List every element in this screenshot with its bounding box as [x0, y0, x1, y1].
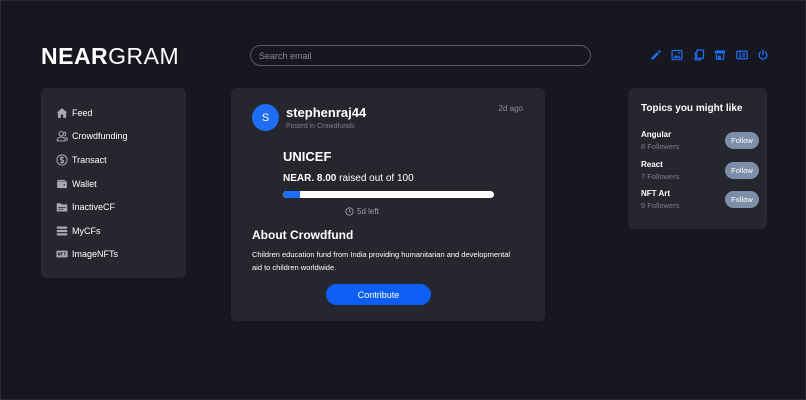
dollar-circle-icon — [55, 153, 68, 166]
sidebar-item-label: Transact — [72, 154, 107, 165]
sidebar-item-mycfs[interactable]: MyCFs — [41, 219, 186, 243]
follow-button[interactable]: Follow — [725, 132, 759, 149]
post-category: Posted in Crowdfunds — [286, 123, 355, 130]
copy-icon[interactable] — [693, 49, 705, 61]
home-icon — [55, 106, 68, 119]
logo-bold-text: NEAR — [41, 43, 109, 69]
search-input[interactable] — [250, 45, 591, 66]
crowdfund-description: Children education fund from India provi… — [252, 250, 511, 272]
sidebar-item-label: ImageNFTs — [72, 249, 119, 260]
nft-icon — [55, 248, 68, 261]
topic-followers: 7 Followers — [641, 172, 680, 181]
crowdfund-title: UNICEF — [283, 149, 332, 164]
avatar[interactable]: S — [252, 104, 279, 131]
folder-icon — [55, 201, 68, 214]
topic-item-react: React 7 Followers Follow — [641, 160, 759, 186]
contribute-button[interactable]: Contribute — [326, 284, 431, 305]
topic-item-angular: Angular 8 Followers Follow — [641, 130, 759, 156]
topic-item-nft-art: NFT Art 9 Followers Follow — [641, 189, 759, 215]
topic-name[interactable]: React — [641, 160, 663, 169]
funding-progress-fill — [283, 191, 300, 198]
post-timestamp: 2d ago — [498, 104, 523, 113]
raised-amount: NEAR. 8.00 — [283, 173, 337, 184]
follow-button[interactable]: Follow — [725, 191, 759, 208]
raised-goal-text: raised out of 100 — [339, 173, 414, 184]
sidebar-item-inactivecf[interactable]: InactiveCF — [41, 195, 186, 219]
top-toolbar — [650, 49, 778, 61]
sidebar-item-crowdfunding[interactable]: Crowdfunding — [41, 125, 186, 149]
time-left-text: 5d left — [357, 207, 379, 216]
list-icon — [55, 224, 68, 237]
people-icon — [55, 130, 68, 143]
sidebar-item-label: Wallet — [72, 178, 97, 189]
post-username[interactable]: stephenraj44 — [286, 105, 366, 120]
follow-button[interactable]: Follow — [725, 162, 759, 179]
sidebar-nav: Feed Crowdfunding Transact Wallet Inacti… — [41, 88, 186, 278]
sidebar-item-wallet[interactable]: Wallet — [41, 172, 186, 196]
topics-panel: Topics you might like Angular 8 Follower… — [628, 88, 767, 229]
raised-summary: NEAR. 8.00 raised out of 100 — [283, 173, 414, 184]
clock-icon — [345, 207, 354, 216]
time-left: 5d left — [345, 207, 379, 216]
topic-followers: 8 Followers — [641, 142, 680, 151]
store-icon[interactable] — [714, 49, 726, 61]
sidebar-item-imagenfts[interactable]: ImageNFTs — [41, 243, 186, 267]
pencil-icon[interactable] — [650, 49, 662, 61]
sidebar-item-transact[interactable]: Transact — [41, 148, 186, 172]
topic-name[interactable]: Angular — [641, 130, 671, 139]
about-heading: About Crowdfund — [252, 228, 354, 242]
funding-progress-bar — [283, 191, 494, 198]
topics-title: Topics you might like — [641, 103, 743, 114]
logo-light-text: GRAM — [108, 43, 180, 69]
app-logo[interactable]: NEARGRAM — [41, 43, 179, 70]
id-card-icon[interactable] — [735, 49, 748, 61]
sidebar-item-label: InactiveCF — [72, 202, 116, 213]
sidebar-item-label: Crowdfunding — [72, 131, 128, 142]
wallet-icon — [55, 177, 68, 190]
sidebar-item-label: Feed — [72, 107, 93, 118]
sidebar-item-label: MyCFs — [72, 225, 101, 236]
image-icon[interactable] — [671, 49, 683, 61]
topic-followers: 9 Followers — [641, 201, 680, 210]
sidebar-item-feed[interactable]: Feed — [41, 101, 186, 125]
power-icon[interactable] — [757, 49, 769, 61]
topic-name[interactable]: NFT Art — [641, 189, 670, 198]
crowdfund-post-card: S stephenraj44 Posted in Crowdfunds 2d a… — [231, 88, 545, 321]
